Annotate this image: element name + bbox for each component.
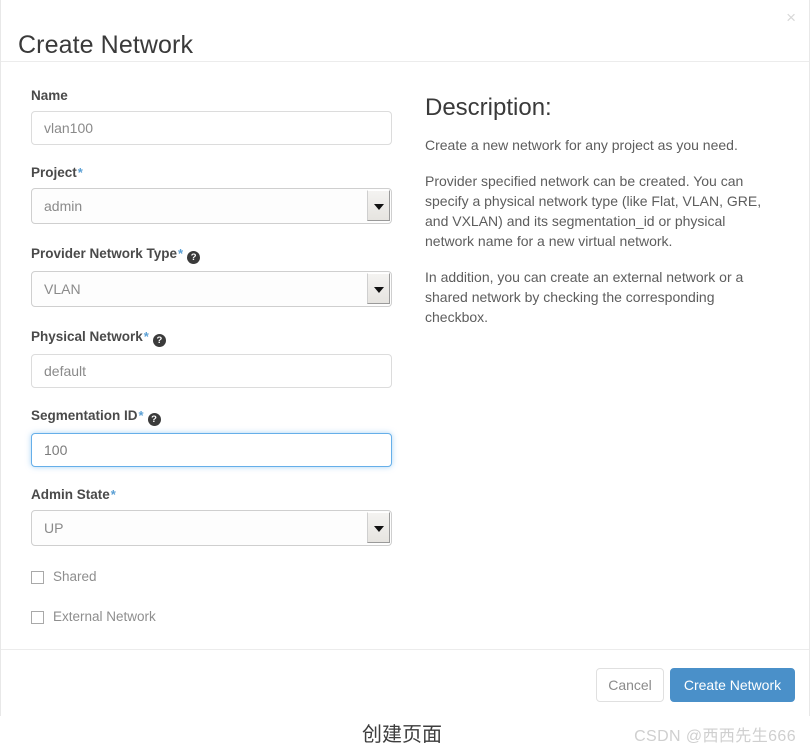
- page-caption: 创建页面: [362, 724, 442, 746]
- network-form: Name Project* admin Provider Network: [31, 88, 392, 626]
- field-admin-state-label-text: Admin State: [31, 487, 110, 502]
- watermark: CSDN @西西先生666: [634, 728, 796, 745]
- provider-network-type-select[interactable]: VLAN: [31, 271, 392, 307]
- field-physical-network: Physical Network*?: [31, 329, 392, 388]
- description-heading: Description:: [425, 94, 552, 121]
- shared-checkbox-row[interactable]: Shared: [31, 568, 392, 586]
- field-admin-state-label: Admin State*: [31, 487, 392, 503]
- provider-network-type-select-value[interactable]: VLAN: [31, 271, 392, 307]
- admin-state-select[interactable]: UP: [31, 510, 392, 546]
- field-name-label-text: Name: [31, 88, 68, 103]
- field-provider-network-type-label: Provider Network Type*?: [31, 246, 392, 264]
- field-physical-network-label-text: Physical Network: [31, 329, 143, 344]
- required-marker: *: [178, 246, 184, 261]
- required-marker: *: [138, 408, 144, 423]
- external-network-checkbox-label: External Network: [53, 609, 156, 624]
- field-segmentation-id: Segmentation ID*?: [31, 408, 392, 467]
- field-provider-network-type: Provider Network Type*? VLAN: [31, 246, 392, 307]
- field-segmentation-id-label: Segmentation ID*?: [31, 408, 392, 426]
- dialog-footer: Cancel Create Network: [1, 650, 809, 715]
- dialog-title: Create Network: [18, 30, 194, 59]
- create-network-dialog: Create Network × Name Project* admin: [0, 0, 810, 716]
- help-icon[interactable]: ?: [147, 413, 161, 426]
- help-icon[interactable]: ?: [152, 334, 166, 347]
- field-physical-network-label: Physical Network*?: [31, 329, 392, 347]
- help-icon[interactable]: ?: [187, 251, 201, 264]
- required-marker: *: [77, 165, 83, 180]
- shared-checkbox-label: Shared: [53, 569, 97, 584]
- required-marker: *: [143, 329, 149, 344]
- cancel-button[interactable]: Cancel: [596, 668, 664, 702]
- dialog-body: Name Project* admin Provider Network: [1, 62, 809, 650]
- field-name-label: Name: [31, 88, 392, 104]
- project-select-value[interactable]: admin: [31, 188, 392, 224]
- chevron-down-icon[interactable]: [367, 273, 390, 304]
- project-select[interactable]: admin: [31, 188, 392, 224]
- field-name: Name: [31, 88, 392, 145]
- shared-checkbox[interactable]: [31, 570, 44, 584]
- description-paragraph: In addition, you can create an external …: [425, 269, 744, 325]
- name-input[interactable]: [31, 111, 392, 145]
- description-panel: Description: Create a new network for an…: [425, 94, 777, 327]
- field-provider-network-type-label-text: Provider Network Type: [31, 246, 178, 261]
- field-project-label: Project*: [31, 165, 392, 181]
- field-project: Project* admin: [31, 165, 392, 224]
- admin-state-select-value[interactable]: UP: [31, 510, 392, 546]
- field-project-label-text: Project: [31, 165, 77, 180]
- physical-network-input[interactable]: [31, 354, 392, 388]
- chevron-down-icon[interactable]: [367, 190, 390, 221]
- segmentation-id-input[interactable]: [31, 433, 392, 467]
- chevron-down-icon[interactable]: [367, 512, 390, 543]
- external-network-checkbox-row[interactable]: External Network: [31, 608, 392, 626]
- description-paragraph: Provider specified network can be create…: [425, 173, 762, 249]
- field-segmentation-id-label-text: Segmentation ID: [31, 408, 138, 423]
- field-admin-state: Admin State* UP: [31, 487, 392, 546]
- required-marker: *: [110, 487, 116, 502]
- close-icon[interactable]: ×: [786, 9, 796, 26]
- create-network-button[interactable]: Create Network: [670, 668, 795, 702]
- external-network-checkbox[interactable]: [31, 610, 44, 624]
- dialog-header: Create Network ×: [1, 0, 809, 62]
- description-paragraph: Create a new network for any project as …: [425, 137, 738, 153]
